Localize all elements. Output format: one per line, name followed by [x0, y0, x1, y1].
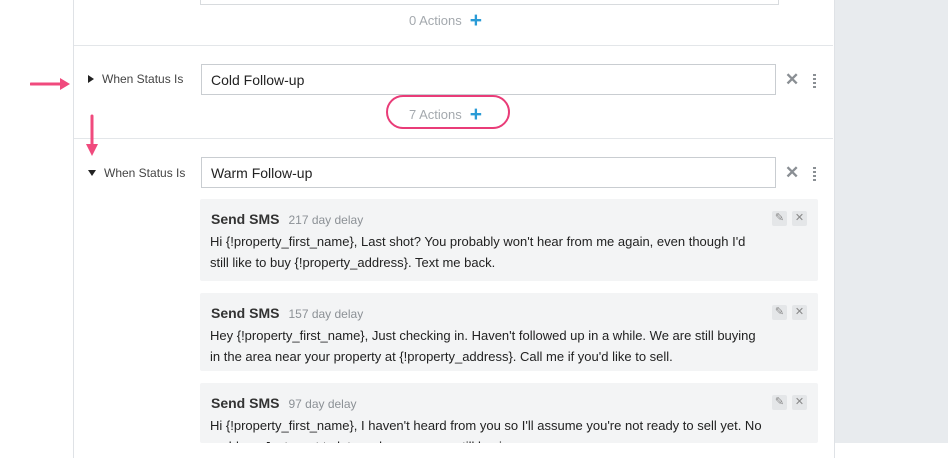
top-actions-row: 0 Actions + [409, 10, 482, 31]
annotation-arrow-right [30, 78, 70, 90]
divider [74, 138, 833, 139]
close-icon[interactable]: ✕ [792, 211, 807, 226]
action-delay: 97 day delay [288, 397, 357, 411]
pencil-icon[interactable]: ✎ [772, 395, 787, 410]
action-card: Send SMS 217 day delay Hi {!property_fir… [200, 199, 818, 281]
plus-icon[interactable]: + [470, 10, 482, 31]
rule-toggle-cold[interactable]: When Status Is [88, 72, 183, 86]
status-input-cold[interactable] [201, 64, 776, 95]
rule-label: When Status Is [104, 166, 186, 180]
pencil-icon[interactable]: ✎ [772, 211, 787, 226]
close-icon[interactable]: ✕ [792, 395, 807, 410]
annotation-arrow-down [86, 114, 98, 156]
drag-handle-icon[interactable] [813, 74, 817, 88]
action-card: Send SMS 157 day delay Hey {!property_fi… [200, 293, 818, 371]
drag-handle-icon[interactable] [813, 167, 817, 181]
action-message: Hey {!property_first_name}, Just checkin… [210, 328, 756, 364]
status-input-warm[interactable] [201, 157, 776, 188]
caret-down-icon[interactable] [88, 170, 96, 176]
action-type: Send SMS [211, 305, 280, 321]
action-type: Send SMS [211, 395, 280, 411]
annotation-highlight [386, 95, 510, 129]
previous-status-input[interactable] [200, 0, 779, 5]
action-card: Send SMS 97 day delay Hi {!property_firs… [200, 383, 818, 443]
action-delay: 157 day delay [288, 307, 364, 321]
rule-toggle-warm[interactable]: When Status Is [88, 166, 185, 180]
action-message: Hi {!property_first_name}, Last shot? Yo… [210, 234, 746, 270]
close-icon[interactable]: ✕ [792, 305, 807, 320]
close-icon[interactable]: ✕ [785, 70, 799, 90]
rule-label: When Status Is [102, 72, 184, 86]
close-icon[interactable]: ✕ [785, 163, 799, 183]
divider [74, 45, 833, 46]
action-delay: 217 day delay [288, 213, 364, 227]
pencil-icon[interactable]: ✎ [772, 305, 787, 320]
actions-count[interactable]: 0 Actions [409, 13, 462, 28]
action-message: Hi {!property_first_name}, I haven't hea… [210, 418, 762, 443]
action-type: Send SMS [211, 211, 280, 227]
caret-right-icon[interactable] [88, 75, 94, 83]
side-panel [834, 0, 948, 443]
